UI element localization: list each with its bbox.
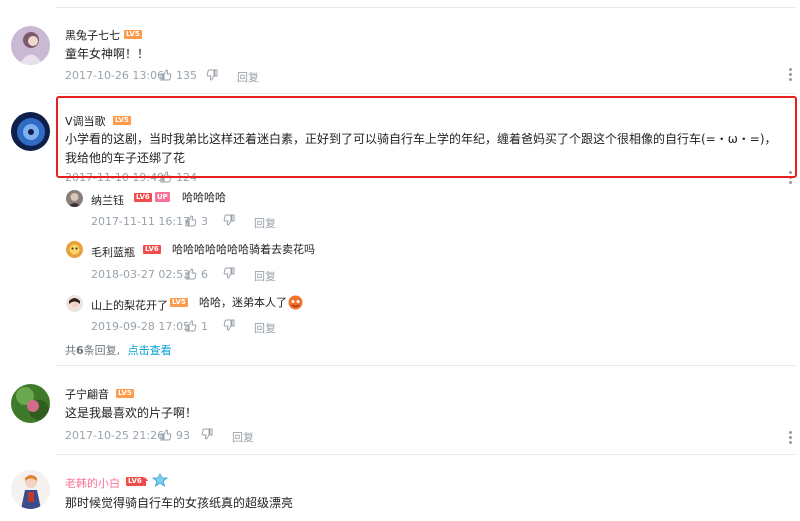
reply-button[interactable]: 回复 <box>237 69 259 85</box>
thumbs-down-icon[interactable] <box>223 319 235 331</box>
avatar-image <box>66 295 83 312</box>
thumbs-up-icon[interactable] <box>160 429 172 441</box>
level-badge: LV5 <box>170 298 188 307</box>
reply-button[interactable]: 回复 <box>254 320 276 336</box>
like-count: 3 <box>201 215 208 228</box>
reply-text: 哈哈哈哈哈哈哈骑着去卖花吗 <box>172 243 315 256</box>
avatar-image <box>11 112 50 151</box>
level-badge: LV6 <box>143 245 161 254</box>
like-count: 1 <box>201 320 208 333</box>
view-more-link[interactable]: 点击查看 <box>128 344 172 357</box>
avatar-image <box>11 26 50 65</box>
level-badge: LV5 <box>124 30 142 39</box>
divider <box>56 93 796 94</box>
avatar-image <box>11 384 50 423</box>
like-count: 93 <box>176 429 190 442</box>
like-count: 6 <box>201 268 208 281</box>
reply-avatar[interactable] <box>66 295 83 312</box>
more-replies-count: 6 <box>76 344 84 357</box>
level-badge: LV5 <box>116 389 134 398</box>
thumbs-down-icon[interactable] <box>223 267 235 279</box>
comment-text: 那时候觉得骑自行车的女孩纸真的超级漂亮 <box>65 496 294 510</box>
thumbs-up-icon[interactable] <box>185 320 197 332</box>
divider <box>56 7 796 8</box>
thumbs-up-icon[interactable] <box>160 69 172 81</box>
emoji-icon <box>288 295 303 310</box>
divider <box>56 365 796 366</box>
username[interactable]: 纳兰钰 <box>91 192 124 208</box>
avatar[interactable] <box>11 112 50 151</box>
thumbs-up-icon[interactable] <box>185 268 197 280</box>
comment-date: 2017-11-11 16:17 <box>91 215 191 228</box>
username[interactable]: 黑兔子七七 <box>65 27 120 43</box>
comment-date: 2019-09-28 17:05 <box>91 320 191 333</box>
level-up-arrow-icon <box>142 477 148 486</box>
avatar[interactable] <box>11 26 50 65</box>
reply-button[interactable]: 回复 <box>254 215 276 231</box>
reply-button[interactable]: 回复 <box>254 268 276 284</box>
like-count: 135 <box>176 69 197 82</box>
comment-date: 2017-10-25 21:26 <box>65 429 165 442</box>
thumbs-down-icon[interactable] <box>206 69 218 81</box>
avatar-image <box>66 241 83 258</box>
comment-date: 2018-03-27 02:53 <box>91 268 191 281</box>
thumbs-down-icon[interactable] <box>223 214 235 226</box>
level-badge: LV6 <box>134 193 152 202</box>
avatar[interactable] <box>11 470 50 509</box>
more-replies-prefix: 共 <box>65 344 76 357</box>
avatar[interactable] <box>11 384 50 423</box>
vip-badge-icon <box>152 473 168 487</box>
up-badge: UP <box>155 192 170 202</box>
thumbs-down-icon[interactable] <box>201 428 213 440</box>
username[interactable]: 子宁翩音 <box>65 386 109 402</box>
avatar-image <box>66 190 83 207</box>
reply-text: 哈哈哈哈 <box>182 191 226 204</box>
highlight-box <box>56 96 797 178</box>
reply-button[interactable]: 回复 <box>232 429 254 445</box>
reply-avatar[interactable] <box>66 190 83 207</box>
comment-text: 童年女神啊！！ <box>65 47 150 61</box>
more-replies: 共6条回复, 点击查看 <box>65 342 172 358</box>
more-options-icon[interactable] <box>789 431 792 444</box>
username[interactable]: 毛利蓝瓶 <box>91 244 135 260</box>
comment-text: 这是我最喜欢的片子啊！ <box>65 406 198 420</box>
username[interactable]: 老韩的小白 <box>65 475 120 491</box>
more-options-icon[interactable] <box>789 68 792 81</box>
thumbs-up-icon[interactable] <box>185 215 197 227</box>
reply-text: 哈哈，迷弟本人了 <box>199 296 287 309</box>
divider <box>56 454 796 455</box>
more-replies-suffix: 条回复, <box>83 344 121 357</box>
reply-avatar[interactable] <box>66 241 83 258</box>
avatar-image <box>11 470 50 509</box>
comment-date: 2017-10-26 13:06 <box>65 69 165 82</box>
username[interactable]: 山上的梨花开了 <box>91 297 168 313</box>
